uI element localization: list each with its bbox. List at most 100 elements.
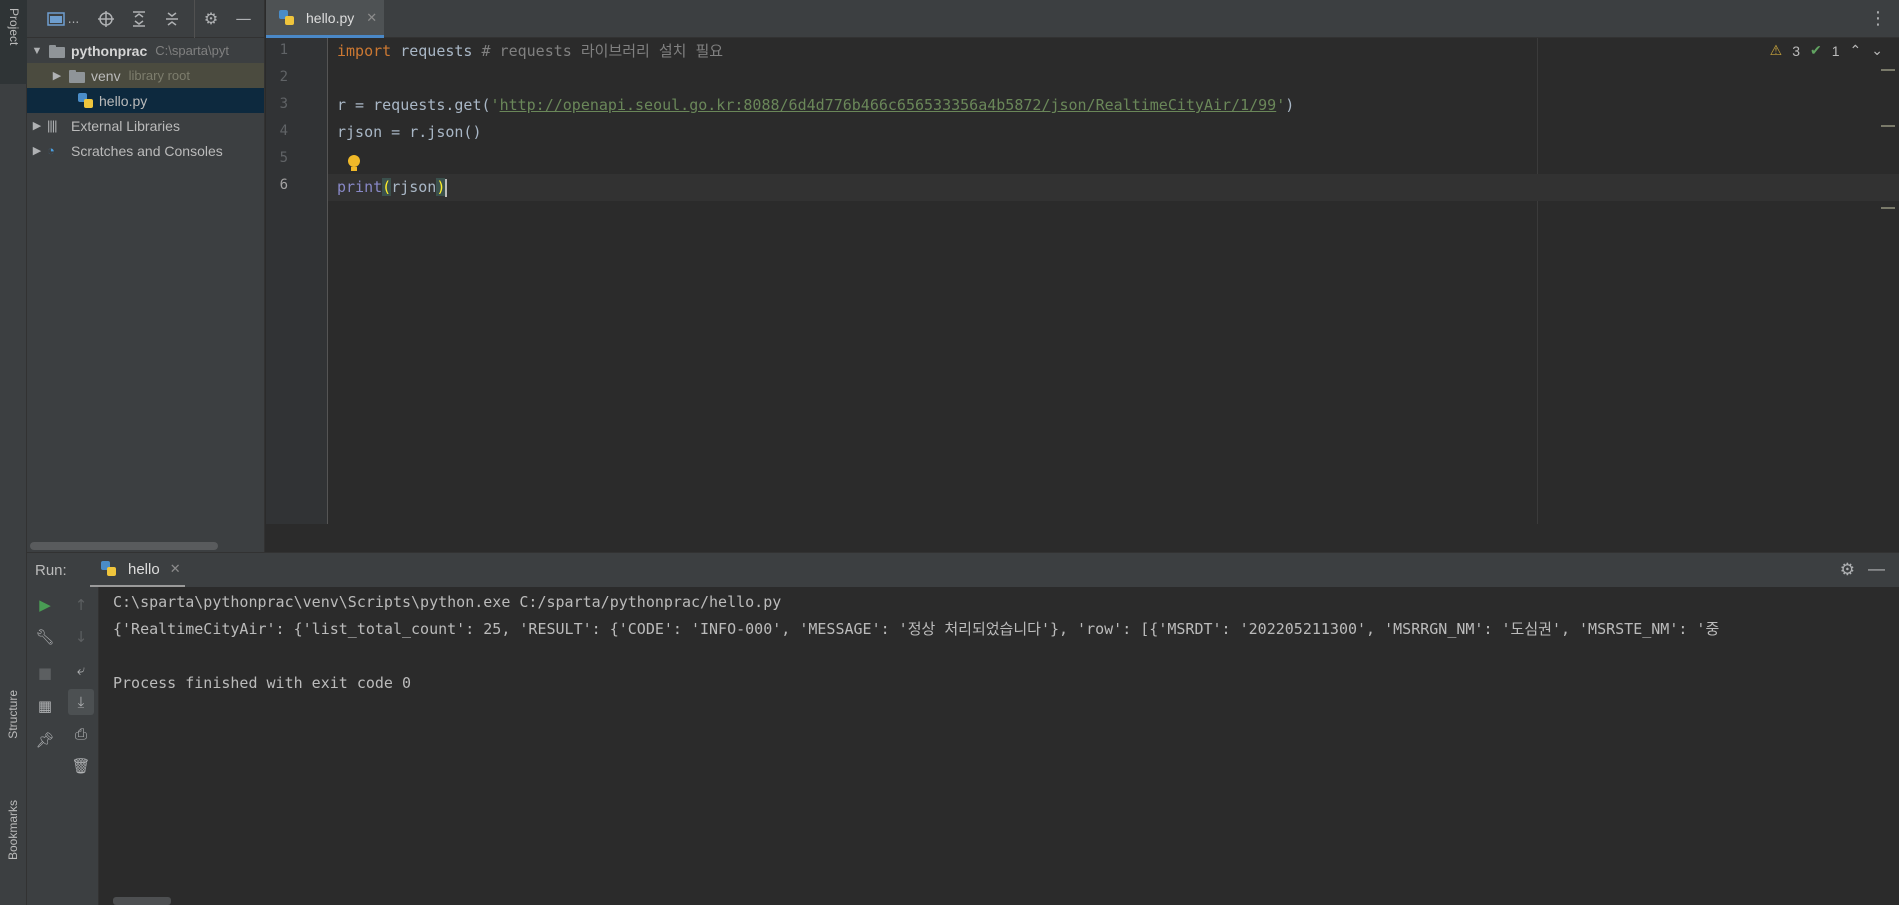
run-tab-hello[interactable]: hello ✕ xyxy=(90,553,185,588)
close-icon[interactable]: ✕ xyxy=(170,561,181,577)
bookmarks-tab-label: Bookmarks xyxy=(6,800,20,861)
text-caret xyxy=(445,178,448,197)
left-tool-strip: Project Structure Bookmarks xyxy=(0,0,27,905)
warnings-count: 3 xyxy=(1792,42,1800,59)
ide-window: Project Structure Bookmarks ... ⚙ — ▼ py… xyxy=(0,0,1899,905)
tree-item-pythonprac[interactable]: ▼ pythonprac C:\sparta\pyt xyxy=(27,38,264,63)
locate-icon[interactable] xyxy=(89,0,122,38)
run-console[interactable]: C:\sparta\pythonprac\venv\Scripts\python… xyxy=(99,587,1899,905)
project-tool-tab[interactable]: Project xyxy=(0,0,27,84)
warning-icon: ⚠ xyxy=(1769,42,1783,58)
paren-open: ( xyxy=(382,178,392,196)
folder-icon xyxy=(67,69,87,83)
console-line: {'RealtimeCityAir': {'list_total_count':… xyxy=(113,620,1720,638)
line-number: 3 xyxy=(279,96,288,112)
project-toolbar: ... ⚙ — xyxy=(27,0,264,38)
chevron-right-icon[interactable]: ▶ xyxy=(47,69,67,82)
code-comment: # requests 라이브러리 설치 필요 xyxy=(472,42,724,60)
more-options-icon[interactable]: ⋮ xyxy=(1869,8,1887,29)
collapse-all-icon[interactable] xyxy=(155,0,188,38)
run-label: Run: xyxy=(35,562,67,579)
project-panel: ... ⚙ — ▼ pythonprac C:\sparta\pyt ▶ ven… xyxy=(27,0,265,552)
libraries-icon: |||| xyxy=(47,118,58,133)
minimize-icon[interactable]: — xyxy=(1868,559,1885,579)
rerun-icon[interactable]: ▶ xyxy=(32,592,58,618)
inspection-widget[interactable]: ⚠ 3 ✔ 1 ⌃ ⌄ xyxy=(1770,42,1883,59)
tree-item-label: External Libraries xyxy=(71,117,180,134)
bookmarks-tool-tab[interactable]: Bookmarks xyxy=(0,800,27,900)
lightbulb-icon[interactable] xyxy=(347,155,361,173)
gear-icon[interactable]: ⚙ xyxy=(194,0,227,38)
code-text: requests xyxy=(391,42,473,60)
soft-wrap-icon[interactable]: ⤶ xyxy=(68,657,94,683)
keyword-import: import xyxy=(337,42,392,60)
current-line-highlight xyxy=(328,174,1899,201)
code-text: r = requests.get( xyxy=(337,96,491,114)
structure-tool-tab[interactable]: Structure xyxy=(0,690,27,790)
tab-hello-py[interactable]: hello.py ✕ xyxy=(266,0,384,38)
run-panel-header: Run: hello ✕ ⚙ — xyxy=(27,552,1899,588)
console-line: Process finished with exit code 0 xyxy=(113,674,412,692)
console-horizontal-scrollbar[interactable] xyxy=(113,897,171,905)
tree-item-external-libraries[interactable]: ▶ |||| External Libraries xyxy=(27,113,264,138)
line-number: 1 xyxy=(279,42,288,58)
tree-item-label: Scratches and Consoles xyxy=(71,142,223,159)
line-number: 4 xyxy=(279,123,288,139)
builtin-print: print xyxy=(337,178,383,196)
tree-item-hello-py[interactable]: hello.py xyxy=(27,88,264,113)
python-file-icon xyxy=(77,92,95,110)
code-text: rjson xyxy=(391,178,437,196)
editor-tab-bar: hello.py ✕ ⋮ xyxy=(266,0,1899,38)
editor-area: hello.py ✕ ⋮ 1 2 3 4 5 6 import requests… xyxy=(266,0,1899,552)
scroll-to-end-icon[interactable]: ⤓ xyxy=(68,689,94,715)
view-dropdown-label: ... xyxy=(67,11,80,26)
python-file-icon xyxy=(278,9,296,27)
paren-close: ) xyxy=(436,178,446,196)
project-tab-label: Project xyxy=(7,8,21,46)
stop-icon[interactable]: ■ xyxy=(32,660,58,686)
code-line-4[interactable]: rjson = r.json() xyxy=(337,119,482,146)
project-horizontal-scrollbar[interactable] xyxy=(27,540,265,552)
error-stripe-mark[interactable] xyxy=(1881,69,1895,71)
chevron-up-icon[interactable]: ⌃ xyxy=(1850,42,1862,59)
typo-check-icon: ✔ xyxy=(1810,42,1822,58)
structure-tab-label: Structure xyxy=(6,690,20,739)
code-editor[interactable]: import requests # requests 라이브러리 설치 필요 r… xyxy=(328,38,1899,524)
line-number-current: 6 xyxy=(279,177,288,193)
expand-all-icon[interactable] xyxy=(122,0,155,38)
arrow-down-icon[interactable]: ↓ xyxy=(68,624,94,650)
chevron-down-icon[interactable]: ▼ xyxy=(27,45,47,57)
error-stripe-mark[interactable] xyxy=(1881,207,1895,209)
wrench-icon[interactable]: 🔧︎ xyxy=(32,624,58,650)
arrow-up-icon[interactable]: ↑ xyxy=(68,592,94,618)
scratches-icon: ◔ xyxy=(47,143,55,158)
code-line-1[interactable]: import requests # requests 라이브러리 설치 필요 xyxy=(337,38,723,65)
hide-icon[interactable]: — xyxy=(227,0,260,38)
chevron-right-icon[interactable]: ▶ xyxy=(27,144,47,157)
string-quote: ' xyxy=(490,96,500,114)
code-line-3[interactable]: r = requests.get('http://openapi.seoul.g… xyxy=(337,92,1294,119)
scrollbar-thumb[interactable] xyxy=(30,542,218,550)
layout-icon[interactable]: ▦ xyxy=(32,693,58,719)
error-stripe-mark[interactable] xyxy=(1881,125,1895,127)
tree-item-scratches[interactable]: ▶ ◔ Scratches and Consoles xyxy=(27,138,264,163)
tree-item-venv[interactable]: ▶ venv library root xyxy=(27,63,264,88)
typos-count: 1 xyxy=(1831,42,1840,59)
tab-title: hello.py xyxy=(306,9,355,26)
console-line: C:\sparta\pythonprac\venv\Scripts\python… xyxy=(113,593,782,611)
code-text: rjson = r.json() xyxy=(337,123,482,141)
python-icon xyxy=(100,560,118,578)
gear-icon[interactable]: ⚙ xyxy=(1840,560,1855,580)
tree-item-label: hello.py xyxy=(99,92,148,109)
project-view-icon[interactable]: ... xyxy=(43,0,83,38)
chevron-right-icon[interactable]: ▶ xyxy=(27,119,47,132)
trash-icon[interactable]: 🗑︎ xyxy=(68,753,94,779)
run-tab-title: hello xyxy=(128,560,160,578)
close-icon[interactable]: ✕ xyxy=(366,10,377,26)
chevron-down-icon[interactable]: ⌄ xyxy=(1871,42,1883,59)
code-line-6[interactable]: print(rjson) xyxy=(337,174,448,201)
pin-icon[interactable]: 📌︎ xyxy=(32,727,58,753)
tree-item-hint: C:\sparta\pyt xyxy=(155,43,229,58)
url-link[interactable]: http://openapi.seoul.go.kr:8088/6d4d776b… xyxy=(500,96,1277,114)
print-icon[interactable]: ⎙ xyxy=(68,721,94,747)
